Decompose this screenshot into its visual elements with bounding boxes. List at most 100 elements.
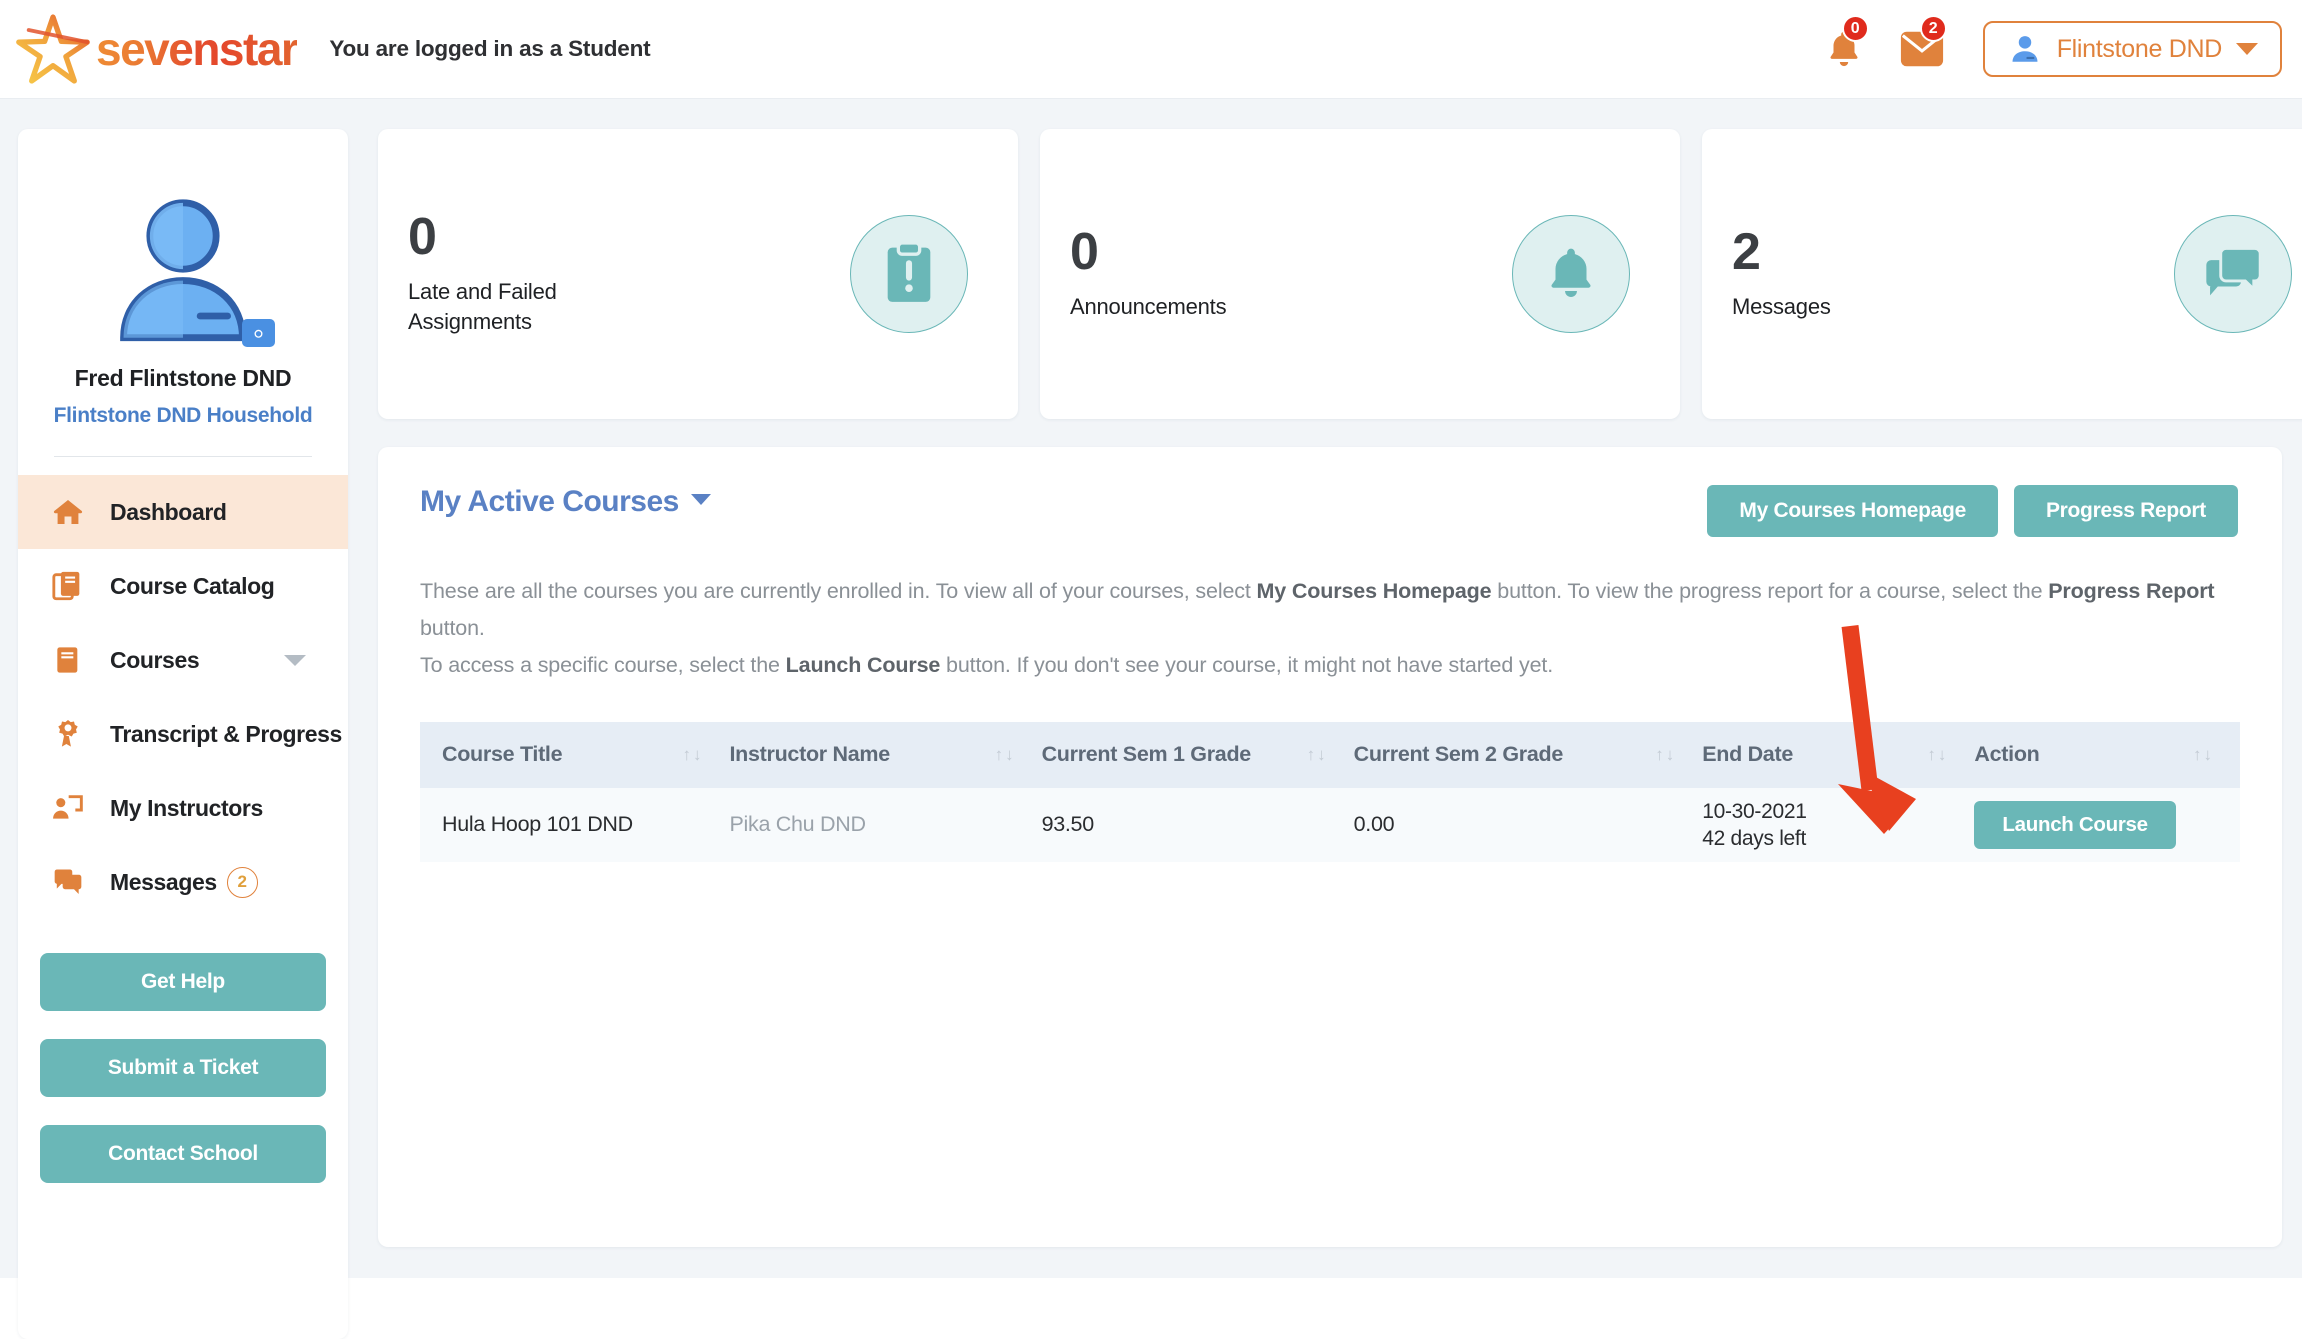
panel-header-buttons: My Courses Homepage Progress Report (1707, 485, 2238, 537)
table-row: Hula Hoop 101 DND Pika Chu DND 93.50 0.0… (420, 787, 2240, 862)
sidebar-item-course-catalog[interactable]: Course Catalog (18, 549, 348, 623)
notifications-badge: 0 (1841, 15, 1869, 42)
cell-action: Launch Course (1974, 800, 2240, 849)
desc-text: These are all the courses you are curren… (420, 579, 1257, 603)
change-photo-button[interactable] (242, 319, 275, 347)
table-header-row: Course Title ↑↓ Instructor Name ↑↓ Curre… (420, 721, 2240, 788)
active-courses-panel: My Active Courses My Courses Homepage Pr… (378, 447, 2282, 1247)
sidebar-item-dashboard[interactable]: Dashboard (18, 475, 348, 549)
notifications-button[interactable]: 0 (1805, 15, 1883, 79)
page-title: My Active Courses (420, 485, 679, 518)
courses-table: Course Title ↑↓ Instructor Name ↑↓ Curre… (420, 721, 2240, 862)
user-avatar-icon (2012, 36, 2038, 62)
stat-label: Messages (1732, 294, 1831, 320)
panel-description: These are all the courses you are curren… (420, 573, 2238, 684)
description-line-2: To access a specific course, select the … (420, 647, 2238, 684)
desc-text: To access a specific course, select the (420, 652, 786, 677)
column-label: Course Title (442, 742, 563, 767)
cell-end-date: 10-30-2021 42 days left (1702, 798, 1974, 853)
column-label: Current Sem 1 Grade (1041, 742, 1252, 767)
chat-bubbles-icon (2174, 215, 2292, 333)
sort-toggle-icon[interactable]: ↑↓ (1927, 745, 1948, 765)
column-label: Instructor Name (729, 742, 891, 767)
chevron-down-icon (690, 494, 711, 505)
chevron-down-icon (2236, 43, 2258, 55)
column-label: Action (1974, 742, 2040, 767)
profile-block: Fred Flintstone DND Flintstone DND House… (18, 129, 348, 428)
sort-toggle-icon[interactable]: ↑↓ (683, 745, 704, 765)
user-menu-button[interactable]: Flintstone DND (1982, 21, 2282, 77)
desc-text: button. If you don't see your course, it… (940, 652, 1554, 677)
sidebar-action-buttons: Get Help Submit a Ticket Contact School (40, 953, 326, 1183)
launch-course-button[interactable]: Launch Course (1974, 800, 2176, 849)
chevron-down-icon[interactable] (284, 654, 306, 666)
panel-header: My Active Courses My Courses Homepage Pr… (378, 447, 2282, 537)
books-icon (48, 566, 88, 606)
desc-text: button. (420, 615, 485, 640)
stat-value: 0 (1070, 223, 1099, 282)
column-header-action[interactable]: Action ↑↓ (1974, 742, 2240, 767)
stat-value: 0 (408, 208, 437, 267)
messages-button[interactable]: 2 (1883, 15, 1961, 79)
sidebar-item-my-instructors[interactable]: My Instructors (18, 771, 348, 845)
days-left-value: 42 days left (1702, 826, 1807, 850)
home-icon (48, 492, 88, 532)
sidebar-divider (54, 456, 312, 457)
column-header-instructor-name[interactable]: Instructor Name ↑↓ (730, 742, 1042, 767)
household-link[interactable]: Flintstone DND Household (54, 404, 313, 428)
column-label: Current Sem 2 Grade (1353, 742, 1564, 767)
desc-bold-launch-course: Launch Course (785, 652, 941, 677)
sidebar-item-transcript-progress[interactable]: Transcript & Progress (18, 697, 348, 771)
sort-toggle-icon[interactable]: ↑↓ (995, 745, 1016, 765)
desc-bold-progress-report: Progress Report (2048, 579, 2215, 603)
stat-card-messages[interactable]: 2 Messages (1702, 129, 2302, 419)
sidebar-label: Course Catalog (110, 572, 275, 599)
column-header-current-sem-2-grade[interactable]: Current Sem 2 Grade ↑↓ (1354, 742, 1703, 767)
user-menu-label: Flintstone DND (2056, 34, 2223, 63)
page-body: Fred Flintstone DND Flintstone DND House… (0, 99, 2302, 1339)
top-header-bar: sevenstar You are logged in as a Student… (0, 0, 2302, 99)
sidebar: Fred Flintstone DND Flintstone DND House… (18, 129, 348, 1339)
sort-toggle-icon[interactable]: ↑↓ (2193, 745, 2214, 765)
progress-report-button[interactable]: Progress Report (2013, 485, 2238, 537)
login-status-text: You are logged in as a Student (329, 36, 651, 61)
award-icon (48, 714, 88, 754)
sidebar-item-courses[interactable]: Courses (18, 623, 348, 697)
desc-text: button. To view the progress report for … (1491, 579, 2049, 603)
profile-name: Fred Flintstone DND (74, 365, 292, 391)
stat-card-announcements[interactable]: 0 Announcements (1040, 129, 1680, 419)
sidebar-item-messages[interactable]: Messages 2 (18, 845, 348, 919)
messages-count-badge: 2 (226, 866, 258, 898)
my-courses-homepage-button[interactable]: My Courses Homepage (1707, 485, 1998, 537)
column-header-end-date[interactable]: End Date ↑↓ (1702, 742, 1974, 767)
sidebar-label: Transcript & Progress (110, 720, 342, 747)
description-line-1: These are all the courses you are curren… (420, 573, 2238, 647)
column-header-current-sem-1-grade[interactable]: Current Sem 1 Grade ↑↓ (1042, 742, 1354, 767)
brand-logo[interactable]: sevenstar (14, 11, 299, 87)
cell-sem-2-grade: 0.00 (1353, 812, 1395, 837)
stat-label: Late and Failed Assignments (408, 279, 557, 334)
stat-label: Announcements (1070, 294, 1227, 320)
brand-wordmark: sevenstar (96, 23, 299, 75)
submit-ticket-button[interactable]: Submit a Ticket (40, 1039, 326, 1097)
stat-text: 0 Announcements (1070, 223, 1227, 322)
sidebar-label: Messages (110, 868, 217, 895)
panel-title-dropdown[interactable]: My Active Courses (420, 485, 711, 519)
stat-value: 2 (1732, 223, 1761, 282)
sidebar-label: My Instructors (110, 794, 263, 821)
get-help-button[interactable]: Get Help (40, 953, 326, 1011)
cell-sem-1-grade: 93.50 (1041, 812, 1095, 837)
sort-toggle-icon[interactable]: ↑↓ (1307, 745, 1328, 765)
sidebar-label: Dashboard (110, 498, 227, 525)
book-icon (48, 640, 88, 680)
profile-avatar (120, 199, 246, 342)
messages-badge: 2 (1919, 15, 1947, 42)
sort-toggle-icon[interactable]: ↑↓ (1655, 745, 1676, 765)
stat-card-late-failed-assignments[interactable]: 0 Late and Failed Assignments (378, 129, 1018, 419)
end-date-value: 10-30-2021 (1702, 799, 1807, 823)
contact-school-button[interactable]: Contact School (40, 1125, 326, 1183)
cell-course-title: Hula Hoop 101 DND (442, 812, 633, 837)
sidebar-nav: Dashboard Course Catalog Courses Transcr… (18, 475, 348, 919)
column-header-course-title[interactable]: Course Title ↑↓ (420, 742, 730, 767)
cell-instructor-name[interactable]: Pika Chu DND (730, 812, 1042, 837)
